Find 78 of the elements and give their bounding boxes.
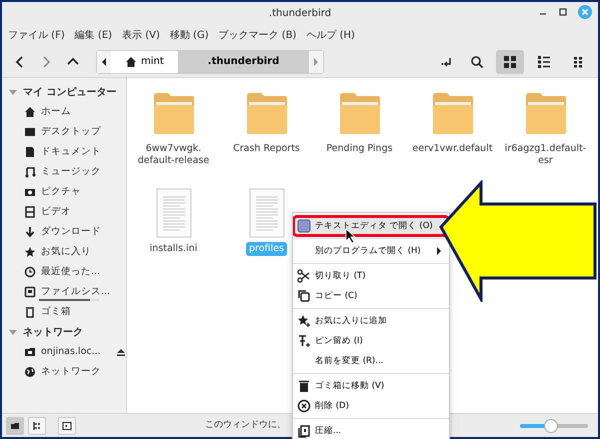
menu-item[interactable]: テキストエディタ で開く (O): [293, 216, 449, 236]
sidebar-icon: [62, 420, 72, 430]
mouse-pointer-icon: [345, 228, 357, 244]
right-arrow-icon[interactable]: [312, 56, 320, 66]
camera-icon: [24, 186, 36, 198]
sidebar-item[interactable]: お気に入り: [2, 242, 126, 262]
grid-view-icon: [503, 54, 517, 68]
file-name[interactable]: eerv1vwr.default: [409, 142, 496, 156]
menu-item[interactable]: 移動 (G): [170, 28, 209, 42]
home-icon: [24, 106, 36, 118]
document-icon: [24, 146, 36, 158]
file-name[interactable]: ir6agzg1.default- esr: [502, 142, 590, 168]
app-icon: [297, 219, 311, 233]
sidebar-item[interactable]: ダウンロード: [2, 222, 126, 242]
file-name[interactable]: Pending Pings: [323, 142, 396, 156]
menu-item[interactable]: 削除 (D): [293, 396, 449, 416]
left-arrow-icon[interactable]: [100, 56, 108, 66]
menu-item[interactable]: コピー (C): [293, 286, 449, 306]
menu-item[interactable]: ゴミ箱に移動 (V): [293, 376, 449, 396]
compact-view-icon: [571, 54, 585, 68]
search-icon[interactable]: [470, 54, 484, 68]
status-button[interactable]: [58, 416, 76, 434]
folder-icon: [10, 420, 20, 430]
film-icon: [24, 206, 36, 218]
section-heading: ネットワーク: [23, 326, 83, 340]
maximize-icon[interactable]: [558, 7, 568, 17]
file-name[interactable]: installs.ini: [146, 242, 200, 256]
menu-item[interactable]: 表示 (V): [122, 28, 160, 42]
menu-item[interactable]: ファイル (F): [8, 28, 65, 42]
menu-item[interactable]: ピン留め (I): [293, 331, 449, 351]
sidebar-item[interactable]: onjinas.loc...: [2, 342, 126, 362]
menu-item[interactable]: 名前を変更 (R)...: [293, 351, 449, 371]
trash-icon: [297, 379, 311, 393]
trash-icon: [24, 306, 36, 318]
window-title: .thunderbird: [268, 6, 332, 20]
status-button[interactable]: [6, 416, 24, 434]
list-view-icon: [537, 54, 551, 68]
star-icon: [297, 314, 311, 328]
menu-item[interactable]: お気に入りに追加: [293, 311, 449, 331]
archive-icon: [297, 424, 311, 438]
menu-item[interactable]: 編集 (E): [74, 28, 112, 42]
section-heading: マイ コンピューター: [23, 86, 116, 100]
drive-icon: [24, 286, 36, 298]
tree-icon: [32, 420, 42, 430]
copy-icon: [297, 289, 311, 303]
pin-icon: [297, 334, 311, 348]
eject-icon[interactable]: [116, 347, 126, 357]
sidebar-item[interactable]: ゴミ箱: [2, 302, 126, 322]
sidebar-item[interactable]: 最近使った...: [2, 262, 126, 282]
menu-item[interactable]: ブックマーク (B): [218, 28, 296, 42]
sidebar-item[interactable]: ピクチャ: [2, 182, 126, 202]
status-button[interactable]: [28, 416, 46, 434]
scissors-icon: [297, 269, 311, 283]
menu-item[interactable]: ヘルプ (H): [306, 28, 355, 42]
down-arrow-icon: [24, 226, 36, 238]
menu-item[interactable]: 圧縮...: [293, 421, 449, 439]
file-name[interactable]: Crash Reports: [230, 142, 303, 156]
sidebar-item[interactable]: ネットワーク: [2, 362, 126, 382]
sidebar-item[interactable]: デスクトップ: [2, 122, 126, 142]
path-button[interactable]: .thunderbird: [178, 50, 310, 72]
folder-icon: [24, 346, 36, 358]
menu-item[interactable]: 切り取り (T): [293, 266, 449, 286]
zoom-slider[interactable]: [520, 418, 588, 432]
sidebar-item[interactable]: ファイルシス...: [2, 282, 126, 302]
home-icon: [125, 56, 137, 68]
music-note-icon: [24, 166, 36, 178]
delete-icon: [297, 399, 311, 413]
monitor-icon: [24, 126, 36, 138]
sidebar-item[interactable]: ドキュメント: [2, 142, 126, 162]
sidebar-item[interactable]: ホーム: [2, 102, 126, 122]
view-button[interactable]: [496, 50, 524, 74]
clock-icon: [24, 266, 36, 278]
sidebar-item[interactable]: ミュージック: [2, 162, 126, 182]
menu-item[interactable]: 別のプログラムで開く (H): [293, 241, 449, 261]
file-name[interactable]: 6ww7vwgk. default-release: [134, 142, 212, 168]
sidebar-item[interactable]: ビデオ: [2, 202, 126, 222]
status-text: このウィンドウに、: [205, 418, 286, 432]
star-icon: [24, 246, 36, 258]
